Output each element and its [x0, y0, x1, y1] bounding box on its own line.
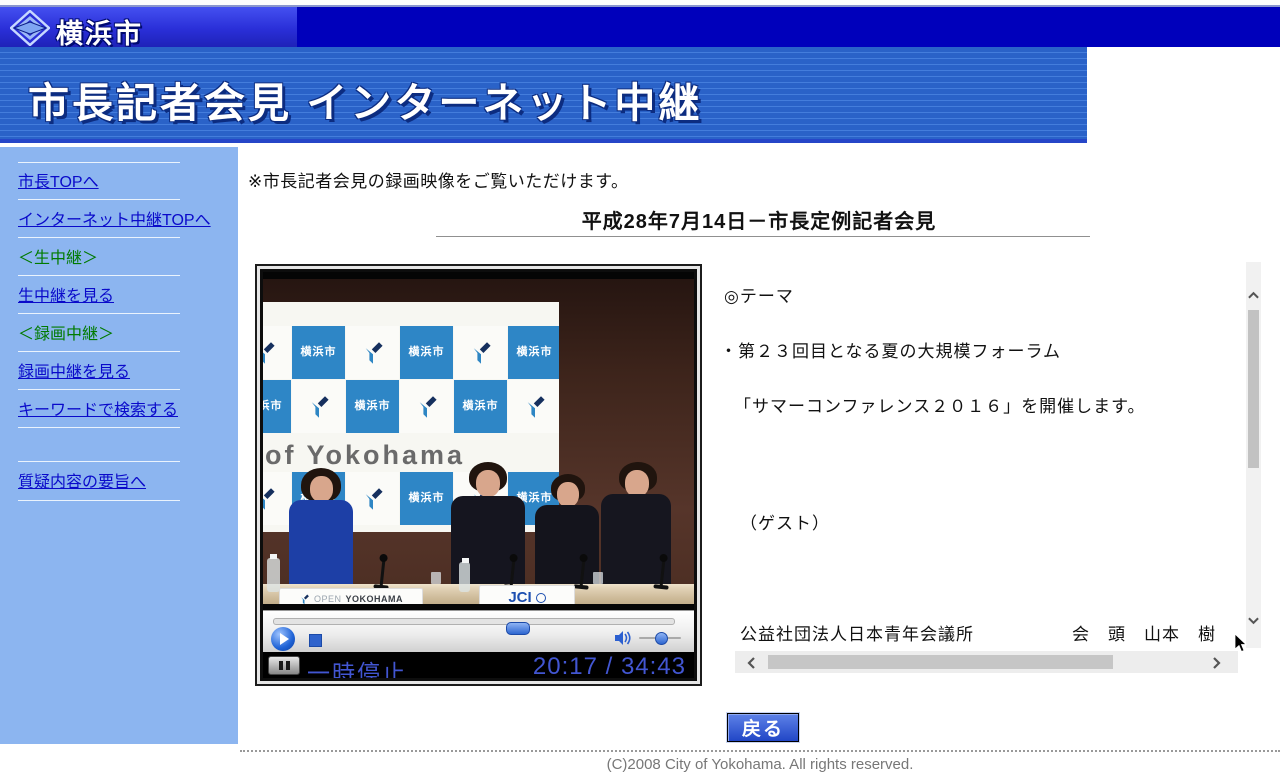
footer-divider	[240, 750, 1280, 752]
sidebar-divider	[18, 162, 180, 163]
pause-button[interactable]	[268, 656, 300, 675]
theme-line2: 「サマーコンファレンス２０１６」を開催します。	[734, 392, 1145, 417]
player-controls	[263, 610, 694, 653]
stop-button[interactable]	[309, 634, 322, 647]
sidebar-item-keyword-search[interactable]: キーワードで検索する	[18, 396, 178, 416]
backdrop-city-tile: 横浜市	[400, 472, 453, 525]
backdrop-logo-tile	[346, 472, 399, 525]
theme-heading: ◎テーマ	[724, 282, 794, 307]
scroll-up-arrow-icon[interactable]	[1248, 286, 1259, 304]
guest-title: 会 頭 山本 樹	[1072, 620, 1216, 644]
sign-yokohama-label: YOKOHAMA	[346, 594, 404, 604]
sidebar-heading-recorded: ＜録画中継＞	[18, 320, 114, 340]
vertical-scrollbar[interactable]	[1246, 262, 1261, 648]
play-button[interactable]	[271, 627, 295, 651]
water-bottle	[267, 558, 280, 592]
backdrop-city-tile: 横浜市	[400, 326, 453, 379]
backdrop-logo-tile	[346, 326, 399, 379]
water-glass	[431, 572, 441, 584]
scroll-down-arrow-icon[interactable]	[1248, 612, 1259, 630]
playback-status-label: 一時停止	[307, 654, 407, 678]
page-note: ※市長記者会見の録画映像をご覧いただけます。	[248, 167, 629, 192]
person-guest1-head	[476, 470, 500, 497]
backdrop-logo-tile	[400, 380, 453, 433]
sidebar-divider	[18, 461, 180, 462]
sidebar-divider	[18, 500, 180, 501]
backdrop-logo-tile	[263, 472, 291, 525]
sidebar-divider	[18, 427, 180, 428]
back-button[interactable]: 戻る	[727, 713, 799, 742]
title-rule	[436, 236, 1090, 237]
backdrop-logo-tile	[454, 326, 507, 379]
backdrop-city-tile: 横浜市	[263, 380, 291, 433]
water-bottle	[459, 562, 470, 592]
footer-copyright: (C)2008 City of Yokohama. All rights res…	[240, 756, 1280, 773]
page-banner: 市長記者会見 インターネット中継	[0, 47, 1087, 143]
water-glass	[593, 572, 603, 584]
person-guest2-body	[535, 505, 599, 590]
sidebar-heading-live: ＜生中継＞	[18, 244, 98, 264]
y-logo-icon	[299, 594, 310, 605]
sidebar-divider	[18, 313, 180, 314]
sidebar-item-mayor-top[interactable]: 市長TOPへ	[18, 168, 99, 188]
volume-icon[interactable]	[615, 631, 632, 650]
sidebar-divider	[18, 275, 180, 276]
jci-mark-icon	[536, 593, 546, 603]
sidebar-item-watch-recorded[interactable]: 録画中継を見る	[18, 358, 130, 378]
sidebar-divider	[18, 351, 180, 352]
vertical-scrollbar-thumb[interactable]	[1248, 310, 1259, 468]
sidebar-item-qa-summary[interactable]: 質疑内容の要旨へ	[18, 468, 146, 488]
pause-icon	[286, 661, 290, 670]
sidebar-divider	[18, 237, 180, 238]
top-strip	[0, 0, 1280, 7]
guest-row: 公益社団法人日本青年会議所 会 頭 山本 樹	[740, 620, 1225, 644]
guest-heading: （ゲスト）	[740, 509, 830, 534]
microphone	[380, 560, 386, 586]
seek-thumb[interactable]	[506, 622, 530, 635]
person-guest3-head	[625, 470, 649, 497]
play-icon	[280, 633, 289, 645]
sidebar-item-watch-live[interactable]: 生中継を見る	[18, 282, 114, 302]
backdrop-city-tile: 横浜市	[292, 326, 345, 379]
scroll-left-arrow-icon[interactable]	[747, 656, 755, 674]
mouse-cursor	[1234, 634, 1248, 658]
person-mayor-head	[310, 476, 333, 502]
player-status-bar: 一時停止 20:17 / 34:43	[263, 652, 694, 678]
sign-open-label: OPEN	[314, 594, 342, 604]
sidebar-divider	[18, 389, 180, 390]
pause-icon	[279, 661, 283, 670]
horizontal-scrollbar-thumb[interactable]	[768, 655, 1113, 669]
seek-bar[interactable]	[273, 618, 675, 625]
city-name: 横浜市	[56, 12, 143, 51]
site-topbar: 横浜市	[0, 7, 1280, 47]
guest-org: 公益社団法人日本青年会議所	[740, 620, 974, 644]
conference-title: 平成28年7月14日－市長定例記者会見	[248, 205, 1270, 234]
backdrop-logo-tile	[508, 380, 559, 433]
person-guest2-head	[557, 482, 579, 507]
video-player: 横浜市 横浜市 横浜市 横浜市 横浜市 横浜市 of Yokohama 横浜市 …	[255, 264, 702, 686]
backdrop-logo-tile	[263, 326, 291, 379]
volume-thumb[interactable]	[655, 632, 668, 645]
time-display: 20:17 / 34:43	[533, 653, 686, 678]
person-mayor-body	[289, 500, 353, 590]
video-display: 横浜市 横浜市 横浜市 横浜市 横浜市 横浜市 of Yokohama 横浜市 …	[263, 272, 694, 610]
theme-line1: ・第２３回目となる夏の大規模フォーラム	[720, 337, 1061, 362]
horizontal-scrollbar[interactable]	[735, 651, 1238, 673]
video-letterbox	[263, 272, 694, 279]
sidebar-nav: 市長TOPへ インターネット中継TOPへ ＜生中継＞ 生中継を見る ＜録画中継＞…	[0, 147, 238, 744]
sidebar-divider	[18, 199, 180, 200]
backdrop-city-tile: 横浜市	[508, 326, 559, 379]
backdrop-logo-tile	[292, 380, 345, 433]
scroll-right-arrow-icon[interactable]	[1213, 656, 1221, 674]
page-title-banner: 市長記者会見 インターネット中継	[28, 69, 702, 129]
video-player-inner: 横浜市 横浜市 横浜市 横浜市 横浜市 横浜市 of Yokohama 横浜市 …	[260, 269, 697, 681]
topbar-city-section: 横浜市	[0, 7, 297, 47]
backdrop-city-tile: 横浜市	[454, 380, 507, 433]
yokohama-city-emblem-icon	[10, 10, 50, 51]
backdrop-caption: of Yokohama	[265, 440, 465, 471]
backdrop-city-tile: 横浜市	[346, 380, 399, 433]
sidebar-item-internet-top[interactable]: インターネット中継TOPへ	[18, 206, 211, 226]
